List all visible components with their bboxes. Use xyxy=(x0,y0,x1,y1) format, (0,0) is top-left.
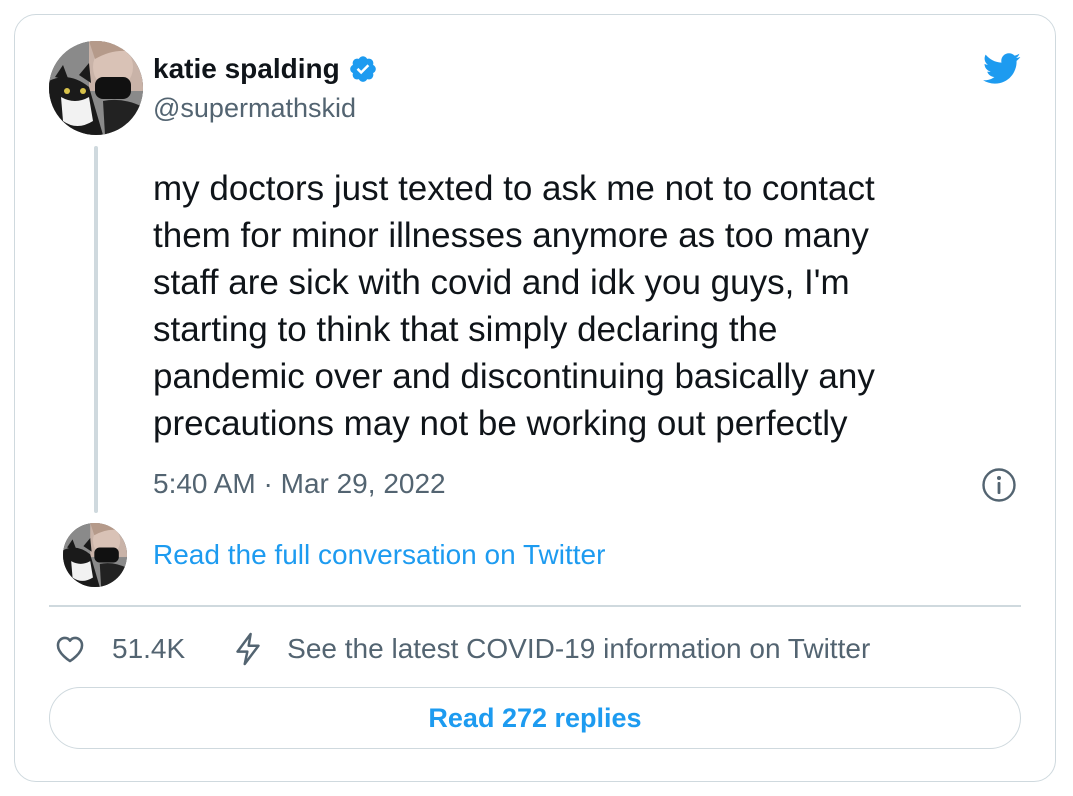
thread-connector-line xyxy=(94,146,98,513)
tweet-embed-card: katie spalding @supermathskid my doctors… xyxy=(14,14,1056,782)
read-conversation-link[interactable]: Read the full conversation on Twitter xyxy=(153,539,605,571)
covid-info-link[interactable]: See the latest COVID-19 information on T… xyxy=(287,633,870,665)
heart-icon[interactable] xyxy=(53,632,87,666)
author-avatar[interactable] xyxy=(49,41,143,135)
info-icon[interactable] xyxy=(981,467,1017,503)
tweet-timestamp[interactable]: 5:40 AM · Mar 29, 2022 xyxy=(153,468,446,500)
author-name[interactable]: katie spalding xyxy=(153,53,340,85)
author-name-row[interactable]: katie spalding xyxy=(153,53,378,85)
read-replies-button[interactable]: Read 272 replies xyxy=(49,687,1021,749)
tweet-actions: 51.4K See the latest COVID-19 informatio… xyxy=(53,629,870,669)
conversation-avatar[interactable] xyxy=(63,523,127,587)
tweet-text: my doctors just texted to ask me not to … xyxy=(153,169,875,443)
twitter-bird-icon[interactable] xyxy=(979,49,1025,87)
verified-badge-icon xyxy=(348,54,378,84)
divider xyxy=(49,605,1021,607)
author-handle[interactable]: @supermathskid xyxy=(153,93,356,124)
like-count[interactable]: 51.4K xyxy=(112,633,185,665)
lightning-bolt-icon[interactable] xyxy=(233,632,263,666)
